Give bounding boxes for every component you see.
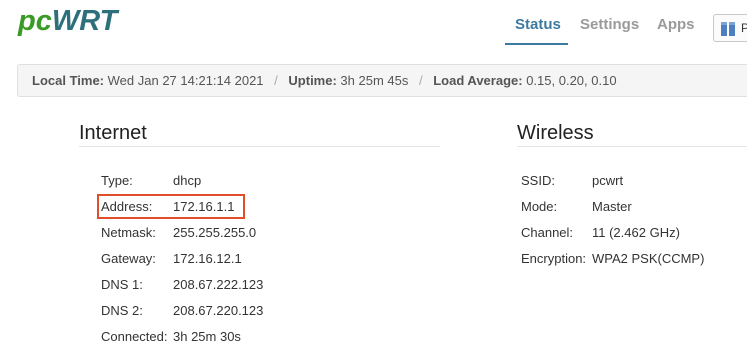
tab-settings[interactable]: Settings	[580, 16, 639, 34]
wireless-ssid-value: pcwrt	[592, 173, 624, 188]
wireless-encryption-value: WPA2 PSK(CCMP)	[592, 251, 705, 266]
wireless-channel-value: 11 (2.462 GHz)	[592, 225, 680, 240]
language-label: P	[741, 21, 747, 35]
internet-section-title: Internet	[79, 122, 147, 144]
brand-logo-part2: WRT	[51, 5, 118, 37]
local-time-value: Wed Jan 27 14:21:14 2021	[107, 73, 264, 88]
load-average-value: 0.15, 0.20, 0.10	[526, 73, 617, 88]
local-time-label: Local Time:	[32, 73, 105, 88]
internet-connected-label: Connected:	[101, 329, 168, 344]
load-average-label: Load Average:	[433, 73, 523, 88]
wireless-ssid-label: SSID:	[521, 173, 555, 188]
uptime-label: Uptime:	[288, 73, 337, 88]
wireless-mode-label: Mode:	[521, 199, 558, 214]
wireless-mode-value: Master	[592, 199, 632, 214]
wireless-channel-label: Channel:	[521, 225, 574, 240]
wireless-section-title: Wireless	[517, 122, 594, 144]
internet-type-value: dhcp	[173, 173, 202, 188]
internet-section-divider	[79, 146, 440, 147]
internet-gateway-value: 172.16.12.1	[173, 251, 242, 266]
tab-status[interactable]: Status	[515, 16, 561, 34]
internet-dns1-label: DNS 1:	[101, 277, 143, 292]
internet-netmask-label: Netmask:	[101, 225, 156, 240]
router-status-page: pcWRT Status Settings Apps P Local Time:…	[0, 0, 747, 352]
internet-netmask-value: 255.255.255.0	[173, 225, 257, 240]
tab-apps[interactable]: Apps	[657, 16, 695, 34]
system-status-bar: Local Time: Wed Jan 27 14:21:14 2021 / U…	[17, 64, 747, 97]
wireless-encryption-label: Encryption:	[521, 251, 587, 266]
internet-connected-value: 3h 25m 30s	[173, 329, 241, 344]
status-separator: /	[418, 73, 423, 88]
wireless-section-divider	[517, 146, 747, 147]
internet-gateway-label: Gateway:	[101, 251, 156, 266]
address-highlight-box	[97, 194, 245, 219]
brand-logo-part1: pc	[18, 5, 52, 37]
internet-dns2-value: 208.67.220.123	[173, 303, 264, 318]
internet-dns1-value: 208.67.222.123	[173, 277, 264, 292]
internet-type-label: Type:	[101, 173, 133, 188]
panel-icon	[721, 22, 735, 36]
brand-logo[interactable]: pcWRT	[18, 4, 117, 38]
internet-dns2-label: DNS 2:	[101, 303, 143, 318]
status-separator: /	[274, 73, 278, 88]
uptime-value: 3h 25m 45s	[340, 73, 409, 88]
active-tab-indicator	[505, 43, 568, 45]
language-selector[interactable]: P	[713, 14, 747, 42]
